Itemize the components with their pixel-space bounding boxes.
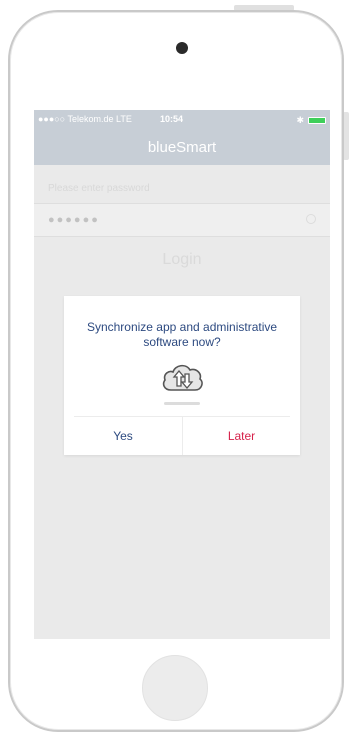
sync-progress-track (164, 402, 200, 405)
password-value: ●●●●●● (48, 214, 100, 226)
bluetooth-icon: ✱ (296, 115, 304, 125)
navigation-bar: blueSmart (34, 130, 330, 165)
dialog-message: Synchronize app and administrative softw… (86, 320, 278, 349)
eye-icon[interactable] (306, 214, 316, 224)
status-bar: ●●●○○ Telekom.de LTE 10:54 ✱ (34, 110, 330, 130)
password-label: Please enter password (48, 183, 150, 194)
password-field[interactable]: ●●●●●● (34, 203, 330, 237)
status-indicators: ✱ (296, 115, 326, 126)
device-mockup: ●●●○○ Telekom.de LTE 10:54 ✱ blueSmart P… (0, 0, 351, 736)
page-title: blueSmart (147, 139, 217, 156)
sync-dialog: Synchronize app and administrative softw… (64, 296, 300, 455)
home-button-icon[interactable] (142, 655, 208, 721)
login-button[interactable]: Login (34, 251, 330, 269)
battery-icon (308, 117, 326, 124)
cloud-sync-icon (162, 364, 203, 391)
status-time: 10:54 (160, 114, 184, 124)
yes-button[interactable]: Yes (64, 417, 182, 455)
later-button[interactable]: Later (183, 417, 300, 455)
carrier-label: ●●●○○ Telekom.de LTE (38, 114, 132, 124)
camera-icon (176, 42, 188, 54)
app-screen: ●●●○○ Telekom.de LTE 10:54 ✱ blueSmart P… (34, 110, 330, 639)
